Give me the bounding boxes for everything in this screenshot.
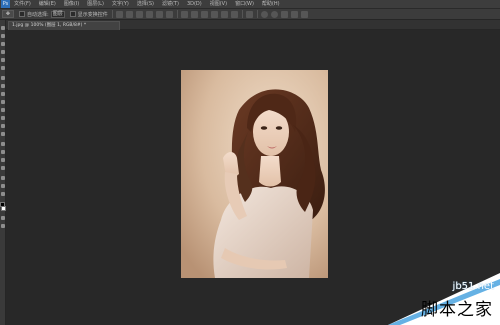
blur-tool-icon[interactable] [1,124,5,128]
quick-mask-icon[interactable] [1,216,5,220]
marquee-tool-icon[interactable] [1,34,5,38]
menu-type[interactable]: 文字(Y) [108,0,133,8]
document-tab-bar: 1.jpg @ 100% (图层 1, RGB/8#) * [6,20,500,30]
separator [256,10,258,18]
distribute-vcenter-icon[interactable] [190,10,198,18]
show-transform-label: 显示变换控件 [77,11,108,18]
edit-toolbar-icon[interactable] [1,192,5,196]
separator [176,10,178,18]
history-brush-tool-icon[interactable] [1,100,5,104]
distribute-right-icon[interactable] [230,10,238,18]
clone-stamp-tool-icon[interactable] [1,92,5,96]
separator [111,10,113,18]
watermark-site: jb51.net [452,281,494,292]
3d-rotate-icon[interactable] [260,10,268,18]
menu-filter[interactable]: 滤镜(T) [158,0,183,8]
watermark-brand: 脚本之家 [421,300,493,320]
align-top-icon[interactable] [115,10,123,18]
auto-select-dropdown[interactable]: 图层 [50,10,65,18]
move-tool-icon[interactable]: ✥ [2,10,14,18]
quick-select-tool-icon[interactable] [1,50,5,54]
app-logo[interactable]: Ps [1,0,10,8]
menu-select[interactable]: 选择(S) [133,0,158,8]
show-transform-checkbox[interactable] [69,11,76,17]
distribute-bottom-icon[interactable] [200,10,208,18]
menu-file[interactable]: 文件(F) [10,0,35,8]
menu-layer[interactable]: 图层(L) [83,0,108,8]
type-tool-icon[interactable] [1,150,5,154]
align-left-icon[interactable] [145,10,153,18]
align-hcenter-icon[interactable] [155,10,163,18]
3d-drag-icon[interactable] [280,10,288,18]
document-image [181,70,328,278]
photoshop-window: Ps 文件(F) 编辑(E) 图像(I) 图层(L) 文字(Y) 选择(S) 滤… [0,0,500,325]
align-vcenter-icon[interactable] [125,10,133,18]
distribute-left-icon[interactable] [210,10,218,18]
screen-mode-icon[interactable] [1,224,5,228]
menu-bar: Ps 文件(F) 编辑(E) 图像(I) 图层(L) 文字(Y) 选择(S) 滤… [0,0,500,9]
auto-select-checkbox[interactable] [19,11,25,17]
3d-roll-icon[interactable] [270,10,278,18]
gradient-tool-icon[interactable] [1,116,5,120]
eyedropper-tool-icon[interactable] [1,66,5,70]
lasso-tool-icon[interactable] [1,42,5,46]
align-bottom-icon[interactable] [135,10,143,18]
distribute-top-icon[interactable] [180,10,188,18]
3d-slide-icon[interactable] [290,10,298,18]
move-tool-icon[interactable] [1,26,5,30]
distribute-hcenter-icon[interactable] [220,10,228,18]
menu-image[interactable]: 图像(I) [60,0,83,8]
menu-edit[interactable]: 编辑(E) [35,0,60,8]
menu-help[interactable]: 帮助(H) [258,0,284,8]
dodge-tool-icon[interactable] [1,132,5,136]
align-right-icon[interactable] [165,10,173,18]
auto-select-label: 自动选择: [27,11,49,18]
hand-tool-icon[interactable] [1,176,5,180]
path-select-tool-icon[interactable] [1,158,5,162]
separator [241,10,243,18]
auto-align-icon[interactable] [245,10,253,18]
shape-tool-icon[interactable] [1,166,5,170]
eraser-tool-icon[interactable] [1,108,5,112]
3d-scale-icon[interactable] [300,10,308,18]
watermark: jb51.net 脚本之家 [388,273,500,325]
zoom-tool-icon[interactable] [1,184,5,188]
menu-window[interactable]: 窗口(W) [231,0,258,8]
brush-tool-icon[interactable] [1,84,5,88]
menu-3d[interactable]: 3D(D) [183,0,206,8]
options-bar: ✥ 自动选择: 图层 显示变换控件 [0,9,500,20]
pen-tool-icon[interactable] [1,142,5,146]
healing-brush-tool-icon[interactable] [1,76,5,80]
crop-tool-icon[interactable] [1,58,5,62]
document-tab[interactable]: 1.jpg @ 100% (图层 1, RGB/8#) * [8,21,120,30]
menu-view[interactable]: 视图(V) [206,0,231,8]
